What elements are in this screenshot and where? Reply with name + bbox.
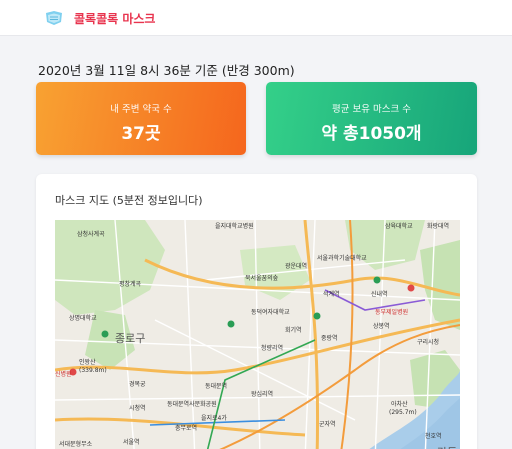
map-label: 북서울꿈의숲 [245, 274, 279, 282]
map-label: 구리시청 [417, 338, 439, 346]
mask-map[interactable]: 삼청사계곡 평창계곡 상명대학교 종로구 인왕산 (339.8m) 신병원 경복… [55, 220, 460, 449]
map-label: 삼청사계곡 [77, 230, 105, 238]
avg-masks-card: 평균 보유 마스크 수 약 총1050개 [266, 82, 477, 155]
map-label: 삼육대학교 [385, 222, 413, 230]
nearby-pharmacies-card: 내 주변 약국 수 37곳 [36, 82, 246, 155]
map-label: 을지대학교병원 [215, 222, 254, 230]
map-label: 청량리역 [261, 344, 283, 352]
map-label: 석계역 [323, 290, 340, 298]
location-marker-icon [227, 320, 235, 328]
map-label: 아차산 [391, 400, 408, 408]
map-label: 을지로4가 [201, 414, 227, 422]
map-label: 동부제일병원 [375, 308, 408, 316]
mask-logo-icon [44, 9, 64, 27]
location-marker-icon [101, 330, 109, 338]
map-label: 동덕여자대학교 [251, 308, 290, 316]
map-label: 군자역 [319, 420, 336, 428]
map-label: 동대문역사문화공원 [167, 400, 217, 408]
map-title: 마스크 지도 (5분전 정보입니다) [55, 194, 203, 207]
map-label: 상봉역 [373, 322, 390, 330]
location-marker-icon [313, 312, 321, 320]
map-label: 중랑역 [321, 334, 338, 342]
map-label: 회기역 [285, 326, 302, 334]
map-label: (339.8m) [79, 367, 107, 374]
map-label: 왕십리역 [251, 390, 273, 398]
map-label: 시청역 [129, 404, 146, 412]
map-label: 광운대역 [285, 262, 307, 270]
mask-map-panel: 마스크 지도 (5분전 정보입니다) 삼청사계곡 평창계곡 상명대학교 종로구 … [36, 174, 477, 449]
map-label: 서울역 [123, 438, 140, 446]
map-label: 동대문역 [205, 382, 227, 390]
nearby-pharmacies-value: 37곳 [121, 124, 161, 144]
hospital-marker-icon [407, 284, 415, 292]
map-label: 서울과학기술대학교 [317, 254, 367, 262]
map-label: 인왕산 [79, 358, 96, 366]
map-label: 화랑대역 [427, 222, 449, 230]
map-label: 신내역 [371, 290, 388, 298]
nearby-pharmacies-label: 내 주변 약국 수 [110, 104, 172, 115]
location-marker-icon [373, 276, 381, 284]
map-label: 상명대학교 [69, 314, 97, 322]
map-label: 경복궁 [129, 381, 146, 388]
map-label: 천호역 [425, 432, 442, 440]
map-label: 평창계곡 [119, 280, 142, 288]
map-label: 서대문형무소 [59, 440, 93, 448]
map-label: (295.7m) [389, 409, 417, 416]
app-title[interactable]: 콜록콜록 마스크 [74, 10, 155, 27]
map-label: 신병원 [55, 370, 72, 378]
app-header: 콜록콜록 마스크 [0, 0, 512, 36]
map-label: 충무로역 [175, 424, 197, 432]
data-timestamp: 2020년 3월 11일 8시 36분 기준 (반경 300m) [38, 63, 295, 78]
map-label: 종로구 [115, 332, 145, 345]
avg-masks-label: 평균 보유 마스크 수 [332, 104, 411, 115]
avg-masks-value: 약 총1050개 [321, 124, 422, 144]
